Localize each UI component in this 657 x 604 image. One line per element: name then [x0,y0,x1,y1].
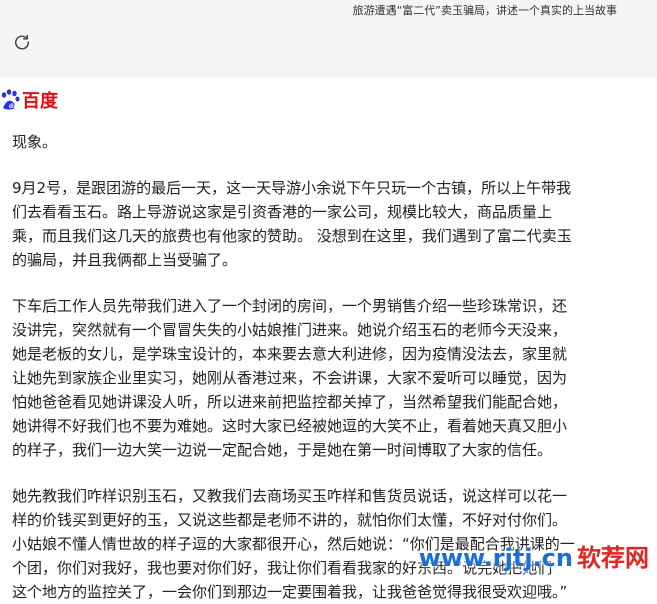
text-line: 乘，而且我们这几天的旅费也有他家的赞助。 没想到在这里，我们遇到了富二代卖玉 [12,227,572,245]
text-line: 的骗局，并且我俩都上当受骗了。 [12,251,238,269]
baidu-paw-icon: du [1,89,20,110]
text-line: 这个地方的监控关了，一会你们到那边一定要围着我，让我爸爸觉得我很受欢迎哦。” [12,583,568,601]
paragraph-2: 下车后工作人员先带我们进入了一个封闭的房间，一个男销售介绍一些珍珠常识，还 没讲… [12,294,652,462]
text-line: 9月2号，是跟团游的最后一天，这一天导游小余说下午只玩一个古镇，所以上午带我 [12,179,572,197]
baidu-logo[interactable]: du 百度 [0,86,58,114]
text-line: 她先教我们咋样识别玉石，又教我们去商场买玉咋样和售货员说话，说这样可以花一 [12,487,568,505]
text-line: 样的价钱买到更好的玉，又说这些都是老师不讲的，就怕你们太懂，不好对付你们。 [12,511,568,529]
paragraph-1: 9月2号，是跟团游的最后一天，这一天导游小余说下午只玩一个古镇，所以上午带我 们… [12,176,652,272]
text-line: 没讲完，突然就有一个冒冒失失的小姑娘推门进来。她说介绍玉石的老师今天没来， [12,321,568,339]
reload-icon[interactable] [13,33,31,51]
site-watermark: www.rjtj.cn 软荐网 [419,544,649,572]
text-line: 她是老板的女儿，是学珠宝设计的，本来要去意大利进修，因为疫情没法去，家里就 [12,345,568,363]
svg-text:du: du [9,103,18,110]
text-line: 们去看看玉石。路上导游说这家是引资香港的一家公司，规模比较大，商品质量上 [12,203,553,221]
text-line: 的样子，我们一边大笑一边说一定配合她，于是她在第一时间博取了大家的信任。 [12,441,553,459]
partial-paragraph: 现象。 [12,130,652,154]
logo-text: 百度 [22,91,58,112]
page-title: 旅游遭遇“富二代”卖玉骗局，讲述一个真实的上当故事 [352,4,617,17]
text-line: 下车后工作人员先带我们进入了一个封闭的房间，一个男销售介绍一些珍珠常识，还 [12,297,568,315]
text-line: 她讲得不好我们也不要为难她。这时大家已经被她逗的大笑不止，看着她天真又胆小 [12,417,568,435]
baidu-header [0,78,657,126]
text-line: 怕她爸爸看见她讲课没人听，所以进来前把监控都关掉了，当然希望我们能配合她， [12,393,568,411]
text-line: 让她先到家族企业里实习，她刚从香港过来，不会讲课，大家不爱听可以睡觉，因为 [12,369,568,387]
article-body: 现象。 9月2号，是跟团游的最后一天，这一天导游小余说下午只玩一个古镇，所以上午… [0,126,657,604]
watermark-url: www.rjtj.cn [418,544,573,572]
text-line: 现象。 [12,133,58,151]
browser-topbar: 旅游遭遇“富二代”卖玉骗局，讲述一个真实的上当故事 [0,0,657,78]
watermark-name: 软荐网 [577,544,649,572]
